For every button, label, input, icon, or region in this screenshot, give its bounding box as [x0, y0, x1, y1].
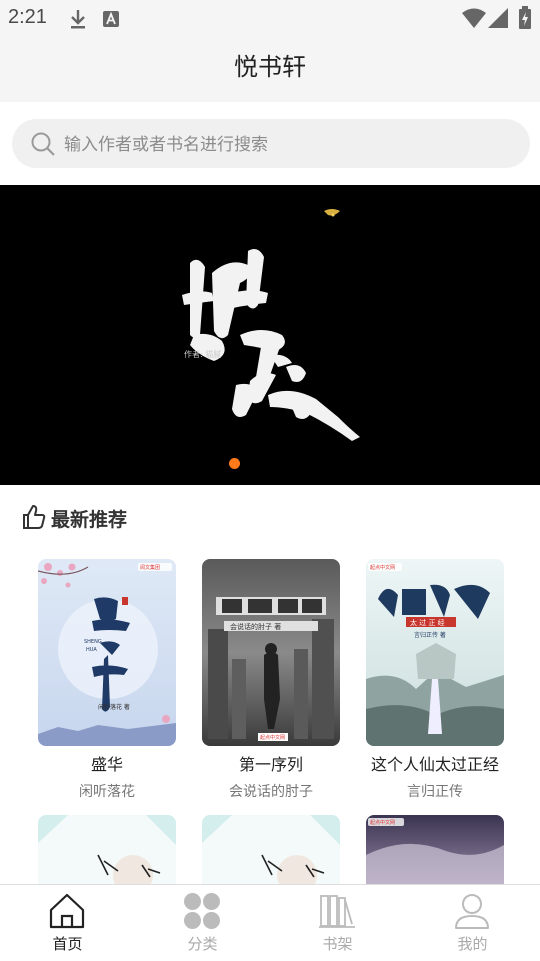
app-header: 悦书轩	[0, 36, 540, 102]
book-cover[interactable]	[202, 815, 340, 885]
book-title: 盛华	[90, 755, 123, 774]
svg-text:言归正传 著: 言归正传 著	[414, 631, 446, 639]
tab-bookshelf[interactable]: 书架	[270, 885, 405, 961]
carousel-indicator-dot[interactable]	[229, 458, 240, 469]
battery-icon	[519, 6, 531, 29]
grid-icon	[184, 893, 220, 929]
download-icon	[71, 10, 85, 29]
book-cover[interactable]: 会说话的肘子 著 起点中文网	[202, 559, 340, 746]
bottom-tab-bar: 首页 分类 书架 我的	[0, 884, 540, 961]
home-icon	[49, 893, 85, 929]
bookshelf-icon	[319, 895, 355, 928]
search-input[interactable]	[62, 119, 516, 170]
book-cover[interactable]: 太 过 正 经 言归正传 著 起点中文网	[366, 559, 504, 746]
book-cover[interactable]: 起点中文网	[366, 815, 504, 885]
status-bar: 2:21	[0, 0, 540, 36]
book-author: 闲听落花	[79, 784, 135, 800]
svg-text:SHENG: SHENG	[84, 639, 102, 645]
tab-label: 首页	[52, 935, 83, 953]
book-card[interactable]: 太 过 正 经 言归正传 著 起点中文网 这个人仙太过正经 言归正传	[366, 559, 504, 800]
notification-app-icon	[103, 11, 119, 27]
svg-text:会说话的肘子 著: 会说话的肘子 著	[230, 622, 281, 631]
svg-text:作者: 猫腻: 作者: 猫腻	[184, 349, 221, 359]
book-card[interactable]: 会说话的肘子 著 起点中文网 第一序列 会说话的肘子	[202, 559, 340, 800]
user-icon	[455, 894, 489, 929]
book-author: 会说话的肘子	[229, 784, 313, 800]
tab-home[interactable]: 首页	[0, 885, 135, 961]
book-card[interactable]: SHENG HUA 闲听落花 著 阅文集团 盛华 闲听落花	[38, 559, 176, 800]
svg-text:起点中文网: 起点中文网	[370, 819, 395, 826]
banner-calligraphy-image: 作者: 猫腻	[182, 209, 360, 441]
tab-label: 书架	[322, 935, 353, 953]
svg-text:太 过 正 经: 太 过 正 经	[410, 618, 445, 627]
search-icon	[31, 132, 55, 156]
section-title: 最新推荐	[51, 509, 128, 531]
search-bar[interactable]	[12, 119, 530, 170]
book-cover[interactable]: SHENG HUA 闲听落花 著 阅文集团	[38, 559, 176, 746]
svg-text:起点中文网: 起点中文网	[260, 734, 285, 741]
book-cover[interactable]	[38, 815, 176, 885]
svg-text:阅文集团: 阅文集团	[140, 564, 160, 571]
book-author: 言归正传	[407, 784, 463, 800]
svg-text:闲听落花 著: 闲听落花 著	[98, 703, 130, 711]
svg-text:HUA: HUA	[86, 647, 97, 653]
book-title: 这个人仙太过正经	[370, 755, 499, 774]
banner-carousel[interactable]: 作者: 猫腻	[0, 185, 540, 485]
page-title: 悦书轩	[234, 53, 306, 81]
signal-icon	[488, 8, 508, 28]
tab-mine[interactable]: 我的	[405, 885, 540, 961]
status-time: 2:21	[8, 6, 47, 28]
book-title: 第一序列	[238, 755, 303, 774]
tab-label: 我的	[457, 935, 488, 953]
svg-text:起点中文网: 起点中文网	[370, 564, 395, 571]
tab-category[interactable]: 分类	[135, 885, 270, 961]
thumbs-up-icon	[23, 505, 46, 529]
wifi-icon	[462, 8, 486, 28]
tab-label: 分类	[187, 935, 218, 953]
